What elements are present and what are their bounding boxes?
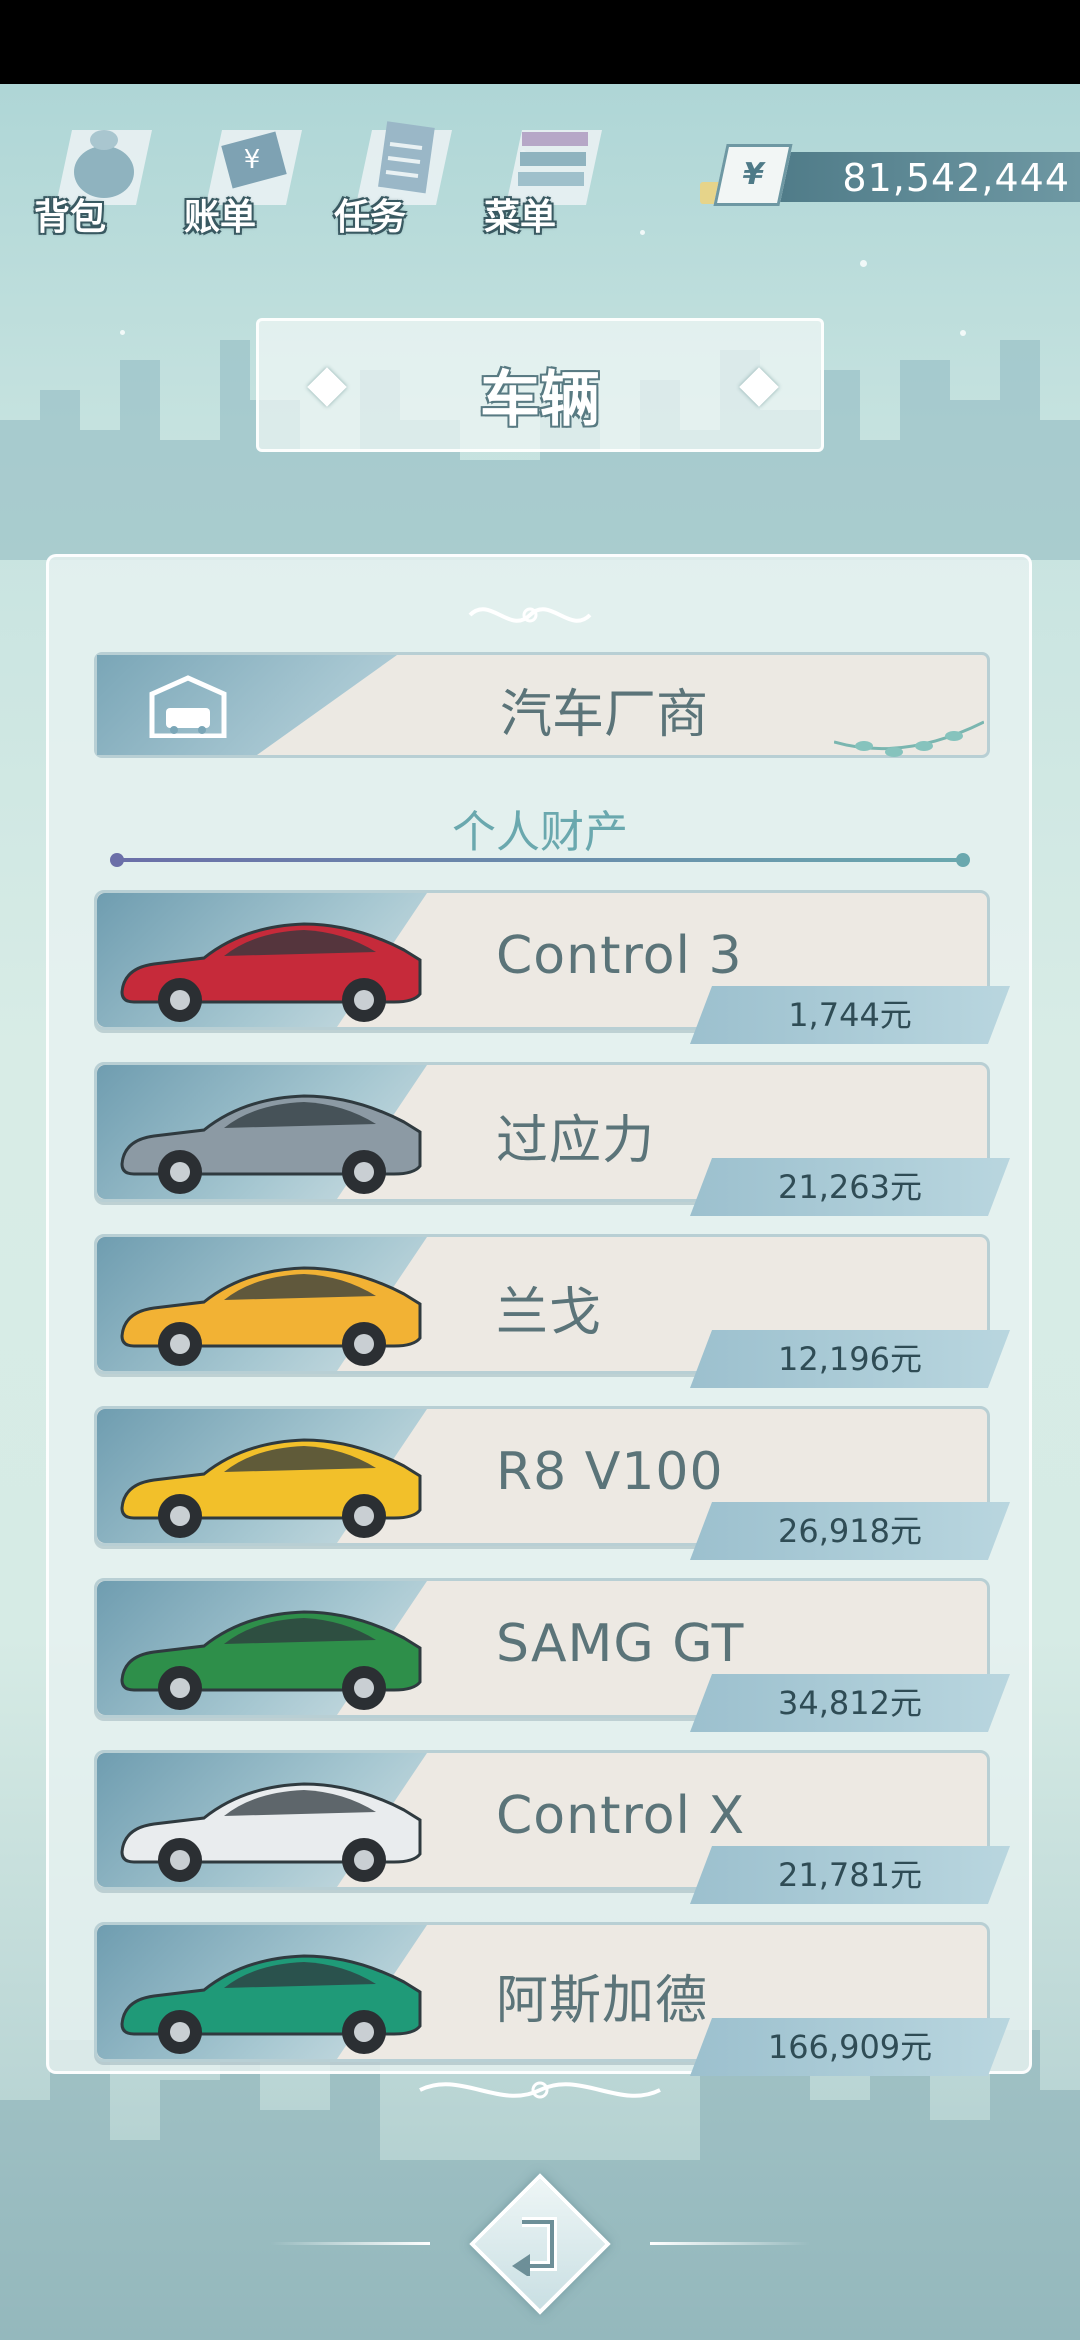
yen-icon: ¥ (713, 144, 793, 206)
divider-dot-right (956, 853, 970, 867)
sparkle (120, 330, 125, 335)
car-price: 21,781元 (690, 1846, 1010, 1904)
money-display: ¥ 81,542,444 (700, 144, 1080, 206)
status-bar (0, 0, 1080, 84)
car-icon (120, 1438, 422, 1538)
car-name: R8 V100 (496, 1442, 724, 1502)
bill-button[interactable]: ¥ 账单 (184, 100, 324, 240)
car-icon (120, 1094, 422, 1194)
car-icon (120, 1266, 422, 1366)
section-divider (116, 858, 964, 862)
car-row[interactable]: 兰戈 12,196元 (94, 1234, 1014, 1382)
back-decor-left (270, 2242, 430, 2245)
back-arrow-icon (512, 2217, 557, 2276)
car-name: Control X (496, 1786, 746, 1846)
car-icon (120, 1954, 422, 2054)
car-row[interactable]: Control 3 1,744元 (94, 890, 1014, 1038)
section-title: 个人财产 (452, 807, 628, 858)
menu-label: 菜单 (484, 197, 557, 238)
car-price: 21,263元 (690, 1158, 1010, 1216)
ornament-top-icon (468, 607, 592, 623)
title-banner: 车辆 (256, 318, 824, 452)
backpack-label: 背包 (34, 197, 107, 238)
car-price: 166,909元 (690, 2018, 1010, 2076)
page-title: 车辆 (480, 365, 600, 435)
car-row[interactable]: R8 V100 26,918元 (94, 1406, 1014, 1554)
sparkle (960, 330, 966, 336)
car-row[interactable]: 过应力 21,263元 (94, 1062, 1014, 1210)
car-price: 26,918元 (690, 1502, 1010, 1560)
backpack-button[interactable]: 背包 (34, 100, 174, 240)
leaf-decoration-icon (834, 720, 984, 757)
money-amount: 81,542,444 (842, 156, 1070, 200)
car-price: 12,196元 (690, 1330, 1010, 1388)
car-icon (120, 922, 422, 1022)
car-price: 34,812元 (690, 1674, 1010, 1732)
car-name: SAMG GT (496, 1614, 745, 1674)
svg-text:¥: ¥ (244, 145, 261, 175)
car-row[interactable]: 阿斯加德 166,909元 (94, 1922, 1014, 2070)
divider-dot-left (110, 853, 124, 867)
car-price: 1,744元 (690, 986, 1010, 1044)
ornament-bottom-icon (419, 2081, 661, 2099)
sparkle (640, 230, 645, 235)
bill-label: 账单 (184, 197, 257, 238)
garage-icon (149, 675, 227, 738)
car-row[interactable]: Control X 21,781元 (94, 1750, 1014, 1898)
car-icon (120, 1610, 422, 1710)
car-maker-button[interactable]: 汽车厂商 (94, 652, 990, 758)
car-maker-label: 汽车厂商 (499, 685, 708, 745)
task-label: 任务 (334, 197, 407, 238)
car-row[interactable]: SAMG GT 34,812元 (94, 1578, 1014, 1726)
task-button[interactable]: 任务 (334, 100, 474, 240)
back-decor-right (650, 2242, 810, 2245)
menu-button[interactable]: 菜单 (484, 100, 624, 240)
car-icon (120, 1782, 422, 1882)
car-name: Control 3 (496, 926, 743, 986)
sparkle (860, 260, 867, 267)
